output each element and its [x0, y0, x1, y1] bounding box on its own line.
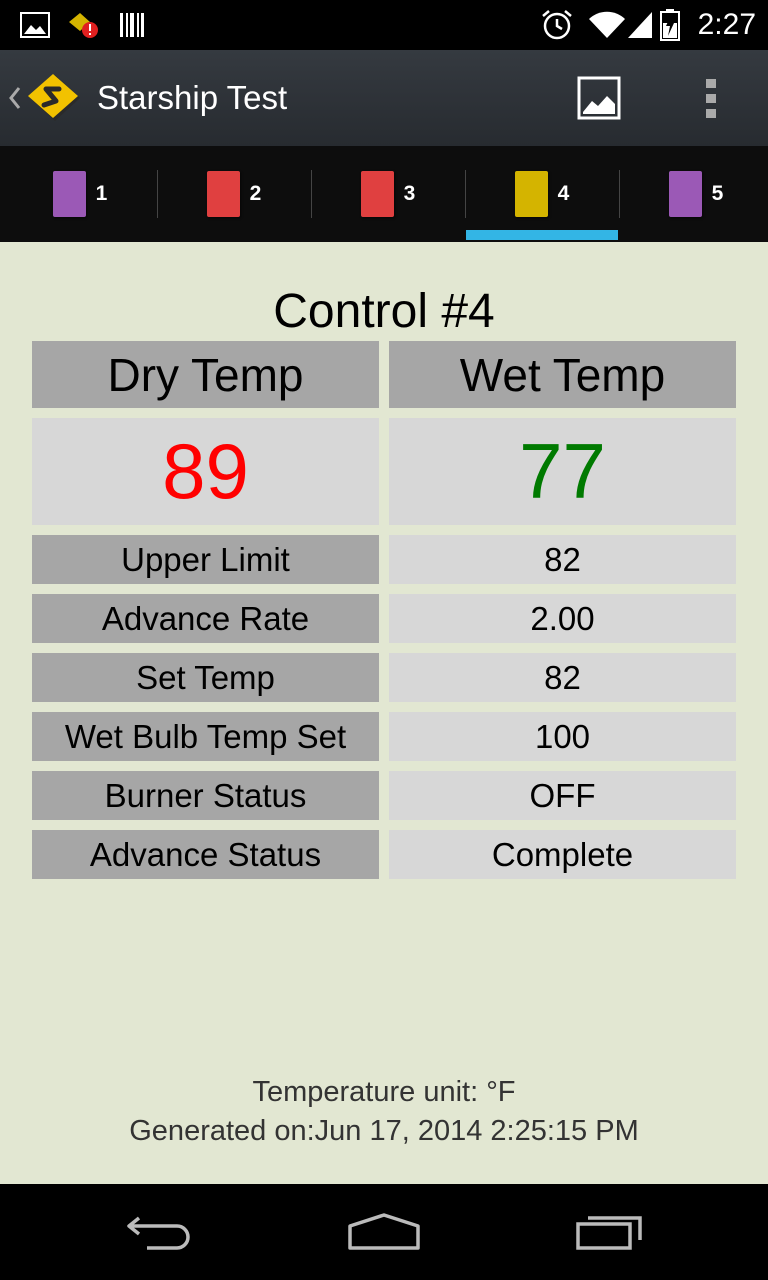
- app-logo-icon: [28, 74, 80, 121]
- action-bar: Starship Test: [0, 50, 768, 146]
- status-bar: 2:27: [0, 0, 768, 50]
- wet-temp-value: 77: [389, 418, 736, 525]
- row-label: Wet Bulb Temp Set: [32, 712, 379, 761]
- status-color-swatch: [668, 171, 702, 217]
- selected-tab-indicator: [466, 230, 618, 240]
- back-button[interactable]: [100, 1184, 220, 1280]
- wifi-icon: [588, 0, 626, 50]
- signal-icon: [626, 0, 654, 50]
- row-value: OFF: [389, 771, 736, 820]
- picture-notification-icon: [20, 0, 50, 50]
- page-title: Control #4: [273, 285, 495, 338]
- row-label: Set Temp: [32, 653, 379, 702]
- dry-temp-value: 89: [32, 418, 379, 525]
- row-value: 2.00: [389, 594, 736, 643]
- recents-button[interactable]: [550, 1184, 670, 1280]
- tab-5[interactable]: 5: [619, 146, 768, 242]
- overflow-menu-button[interactable]: [690, 68, 734, 128]
- tab-4[interactable]: 4: [465, 146, 619, 242]
- tab-label: 3: [403, 182, 416, 205]
- tab-1[interactable]: 1: [3, 146, 157, 242]
- overflow-menu-icon: [706, 79, 716, 118]
- alert-notification-icon: [66, 0, 102, 50]
- battery-charging-icon: [660, 0, 680, 50]
- temperature-unit-text: Temperature unit: °F: [252, 1076, 516, 1108]
- barcode-notification-icon: [118, 0, 146, 50]
- status-color-swatch: [52, 171, 86, 217]
- back-icon: [127, 1216, 190, 1250]
- wet-temp-header: Wet Temp: [389, 341, 736, 408]
- recents-icon: [576, 1216, 642, 1250]
- image-icon: [577, 76, 621, 120]
- row-value: 100: [389, 712, 736, 761]
- tab-bar: 1 2 3 4 5: [0, 146, 768, 242]
- status-color-swatch: [206, 171, 240, 217]
- row-value: Complete: [389, 830, 736, 879]
- image-button[interactable]: [568, 68, 630, 128]
- tab-label: 1: [95, 182, 108, 205]
- row-label: Advance Status: [32, 830, 379, 879]
- tab-label: 5: [711, 182, 724, 205]
- home-icon: [348, 1213, 420, 1250]
- tab-label: 4: [557, 182, 570, 205]
- alarm-icon: [540, 0, 574, 50]
- row-value: 82: [389, 653, 736, 702]
- status-color-swatch: [514, 171, 548, 217]
- clock: 2:27: [697, 8, 756, 41]
- home-up-button[interactable]: [0, 50, 90, 146]
- home-button[interactable]: [324, 1184, 444, 1280]
- row-label: Advance Rate: [32, 594, 379, 643]
- control-panel: Control #4 Dry Temp Wet Temp 89 77 Upper…: [0, 242, 768, 1184]
- generated-timestamp: Generated on:Jun 17, 2014 2:25:15 PM: [129, 1115, 639, 1147]
- app-title: Starship Test: [97, 79, 288, 116]
- tab-label: 2: [249, 182, 262, 205]
- dry-temp-header: Dry Temp: [32, 341, 379, 408]
- row-label: Burner Status: [32, 771, 379, 820]
- row-label: Upper Limit: [32, 535, 379, 584]
- navigation-bar: [0, 1184, 768, 1280]
- tab-3[interactable]: 3: [311, 146, 465, 242]
- tab-2[interactable]: 2: [157, 146, 311, 242]
- status-color-swatch: [360, 171, 394, 217]
- up-caret-icon: [9, 87, 21, 109]
- row-value: 82: [389, 535, 736, 584]
